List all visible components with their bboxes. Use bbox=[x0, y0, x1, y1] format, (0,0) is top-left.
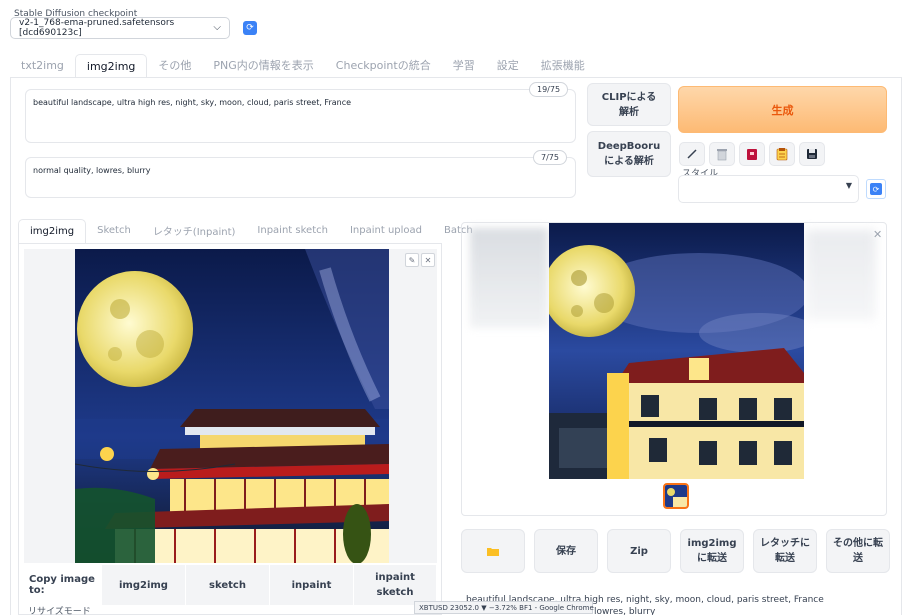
copy-to-inpaint-sketch-button[interactable]: inpaint sketch bbox=[354, 565, 437, 605]
save-output-button[interactable]: 保存 bbox=[534, 529, 598, 573]
output-image[interactable] bbox=[549, 223, 804, 479]
window-tooltip: XBTUSD 23052.0 ▼ −3.72% BF1 - Google Chr… bbox=[414, 601, 594, 614]
copy-image-label: Copy image to: bbox=[29, 574, 95, 596]
chevron-down-icon: ⌵ bbox=[213, 22, 221, 33]
subtab-sketch[interactable]: Sketch bbox=[86, 218, 142, 243]
edit-image-button[interactable]: ✎ bbox=[405, 253, 419, 267]
send-to-inpaint-button[interactable]: レタッチに転送 bbox=[753, 529, 817, 573]
input-image bbox=[75, 249, 389, 563]
trash-icon bbox=[717, 149, 727, 161]
subtab-inpaint-upload[interactable]: Inpaint upload bbox=[339, 218, 433, 243]
generation-info-line2: lowres, blurry bbox=[594, 607, 656, 615]
subtab-img2img[interactable]: img2img bbox=[18, 219, 87, 244]
resize-mode-label: リサイズモード bbox=[28, 607, 91, 615]
pencil-icon bbox=[687, 149, 697, 159]
close-icon: ✕ bbox=[424, 255, 432, 265]
refresh-checkpoint-button[interactable]: ⟳ bbox=[243, 21, 257, 35]
send-to-img2img-button[interactable]: img2imgに転送 bbox=[680, 529, 744, 573]
clear-image-button[interactable]: ✕ bbox=[421, 253, 435, 267]
copy-image-row: Copy image to: img2img sketch inpaint in… bbox=[24, 564, 437, 606]
copy-to-img2img-button[interactable]: img2img bbox=[102, 565, 186, 605]
clip-interrogate-button[interactable]: CLIPによる解析 bbox=[587, 83, 671, 126]
positive-prompt-input[interactable]: beautiful landscape, ultra high res, nig… bbox=[25, 89, 576, 143]
folder-icon bbox=[487, 548, 499, 556]
caret-down-icon: ▼ bbox=[845, 181, 852, 190]
clipboard-icon bbox=[776, 148, 788, 161]
negative-prompt-text: normal quality, lowres, blurry bbox=[33, 166, 151, 175]
checkpoint-select[interactable]: v2-1_768-ema-pruned.safetensors [dcd6901… bbox=[10, 17, 230, 39]
tab-img2img[interactable]: img2img bbox=[74, 54, 148, 78]
tab-train[interactable]: 学習 bbox=[442, 53, 486, 77]
generate-button[interactable]: 生成 bbox=[678, 86, 887, 133]
red-card-icon bbox=[747, 149, 757, 160]
pencil-button[interactable] bbox=[679, 142, 705, 166]
refresh-icon: ⟳ bbox=[870, 183, 882, 195]
zip-button[interactable]: Zip bbox=[607, 529, 671, 573]
open-folder-button[interactable] bbox=[461, 529, 525, 573]
refresh-icon: ⟳ bbox=[246, 23, 254, 33]
deepbooru-interrogate-button[interactable]: DeepBooruによる解析 bbox=[587, 131, 671, 177]
img2img-mode-tabs: img2img Sketch レタッチ(Inpaint) Inpaint ske… bbox=[18, 218, 484, 244]
send-to-extras-button[interactable]: その他に転送 bbox=[826, 529, 890, 573]
negative-token-counter: 7/75 bbox=[533, 150, 567, 165]
tab-checkpoint-merger[interactable]: Checkpointの統合 bbox=[325, 53, 442, 77]
pencil-icon: ✎ bbox=[408, 255, 416, 265]
positive-prompt-text: beautiful landscape, ultra high res, nig… bbox=[33, 98, 352, 107]
red-card-button[interactable] bbox=[739, 142, 765, 166]
save-style-button[interactable] bbox=[799, 142, 825, 166]
subtab-inpaint-sketch[interactable]: Inpaint sketch bbox=[246, 218, 339, 243]
output-thumbnail[interactable] bbox=[663, 483, 689, 509]
main-tabs: txt2img img2img その他 PNG内の情報を表示 Checkpoin… bbox=[10, 52, 596, 78]
style-select[interactable]: ▼ bbox=[678, 175, 859, 203]
tab-png-info[interactable]: PNG内の情報を表示 bbox=[202, 53, 324, 77]
clip-button-label: CLIPによる解析 bbox=[601, 91, 657, 118]
subtab-inpaint[interactable]: レタッチ(Inpaint) bbox=[142, 218, 247, 243]
trash-button[interactable] bbox=[709, 142, 735, 166]
negative-prompt-input[interactable]: normal quality, lowres, blurry bbox=[25, 157, 576, 198]
close-icon[interactable]: ✕ bbox=[873, 228, 882, 241]
tab-settings[interactable]: 設定 bbox=[486, 53, 530, 77]
checkpoint-value: v2-1_768-ema-pruned.safetensors [dcd6901… bbox=[19, 18, 175, 38]
positive-token-counter: 19/75 bbox=[529, 82, 569, 97]
save-icon bbox=[807, 149, 817, 159]
copy-to-inpaint-button[interactable]: inpaint bbox=[270, 565, 354, 605]
tab-extensions[interactable]: 拡張機能 bbox=[530, 53, 596, 77]
deepbooru-button-label: DeepBooruによる解析 bbox=[597, 141, 661, 167]
blurred-preview-left bbox=[470, 228, 548, 328]
refresh-styles-button[interactable]: ⟳ bbox=[866, 179, 886, 199]
clipboard-button[interactable] bbox=[769, 142, 795, 166]
tab-extras[interactable]: その他 bbox=[147, 53, 202, 77]
tab-txt2img[interactable]: txt2img bbox=[10, 53, 75, 77]
copy-to-sketch-button[interactable]: sketch bbox=[186, 565, 270, 605]
blurred-preview-right bbox=[806, 230, 876, 320]
